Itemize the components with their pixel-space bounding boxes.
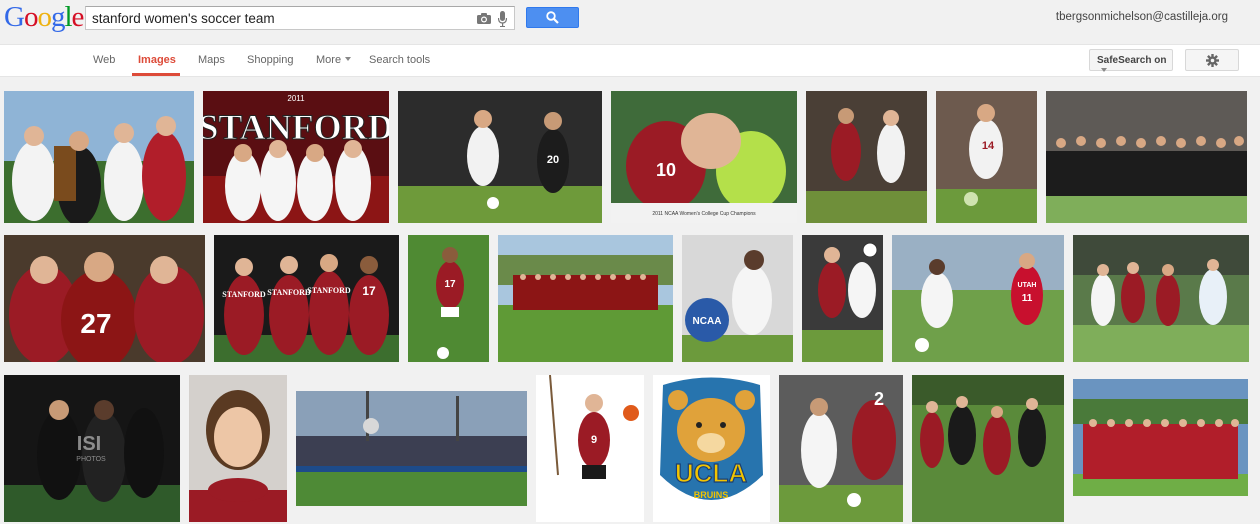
tv-caption: 2011 NCAA Women's College Cup Champions bbox=[652, 211, 756, 217]
microphone-icon[interactable] bbox=[498, 11, 507, 27]
image-results-grid: 2011 STANFORD 20 10 2011 NCAA Women's Co… bbox=[0, 78, 1260, 524]
safesearch-label: SafeSearch on bbox=[1097, 55, 1167, 66]
thumb-ncaa-hug[interactable]: NCAA bbox=[682, 235, 793, 362]
tab-shopping[interactable]: Shopping bbox=[247, 54, 294, 66]
tab-search-tools[interactable]: Search tools bbox=[369, 54, 430, 66]
jersey-number: 20 bbox=[547, 154, 559, 166]
thumb-team-with-trophy[interactable] bbox=[1046, 91, 1247, 223]
jersey-text: UTAH bbox=[1018, 282, 1037, 289]
search-button[interactable] bbox=[526, 7, 579, 28]
camera-icon[interactable] bbox=[477, 13, 491, 24]
tab-bar: Web Images Maps Shopping More Search too… bbox=[0, 44, 1260, 77]
jersey-number: 14 bbox=[982, 140, 995, 152]
thumb-stanford-vs-utah[interactable]: UTAH 11 bbox=[892, 235, 1064, 362]
tab-more[interactable]: More bbox=[316, 54, 352, 66]
thumb-tv-celebration[interactable]: 10 2011 NCAA Women's College Cup Champio… bbox=[611, 91, 797, 223]
tab-images[interactable]: Images bbox=[138, 54, 176, 66]
ncaa-logo-text: NCAA bbox=[693, 316, 722, 327]
thumb-match-action-1[interactable]: 20 bbox=[398, 91, 602, 223]
bruins-text: BRUINS bbox=[694, 490, 729, 500]
thumb-night-celebration[interactable]: ISI PHOTOS bbox=[4, 375, 180, 522]
jersey-number: 17 bbox=[362, 284, 376, 298]
thumb-player-running[interactable] bbox=[806, 91, 927, 223]
top-bar: Google tbergsonmichelson@castilleja.org bbox=[0, 0, 1260, 44]
safesearch-button[interactable]: SafeSearch on bbox=[1089, 49, 1173, 72]
search-box bbox=[85, 6, 515, 30]
thumb-stanford-team-poster[interactable]: 2011 STANFORD bbox=[203, 91, 389, 223]
poster-year: 2011 bbox=[287, 94, 305, 103]
account-email[interactable]: tbergsonmichelson@castilleja.org bbox=[1056, 11, 1228, 23]
jersey-number: 11 bbox=[1022, 293, 1033, 304]
jersey-number: 27 bbox=[80, 308, 111, 339]
thumb-player-portrait[interactable] bbox=[189, 375, 287, 522]
jersey-number: 17 bbox=[444, 279, 456, 290]
jersey-text: STANFORD bbox=[222, 290, 266, 299]
thumb-team-photo-red[interactable] bbox=[1073, 379, 1248, 496]
gear-icon bbox=[1206, 54, 1219, 67]
thumb-stadium-view[interactable] bbox=[296, 391, 527, 506]
jersey-number: 2 bbox=[874, 389, 884, 409]
ucla-text: UCLA bbox=[675, 458, 747, 488]
thumb-players-scramble[interactable] bbox=[912, 375, 1064, 522]
tab-maps[interactable]: Maps bbox=[198, 54, 225, 66]
tab-web[interactable]: Web bbox=[93, 54, 115, 66]
thumb-team-photo-field[interactable] bbox=[498, 235, 673, 362]
thumb-goal-action[interactable]: 2 bbox=[779, 375, 903, 522]
watermark-text: ISI bbox=[77, 433, 101, 455]
google-logo[interactable]: Google bbox=[4, 1, 84, 33]
thumb-lacrosse-player-9[interactable]: 9 bbox=[536, 375, 644, 522]
jersey-number: 10 bbox=[656, 160, 676, 180]
search-icon bbox=[546, 11, 559, 24]
watermark-text: PHOTOS bbox=[76, 456, 106, 463]
active-tab-indicator bbox=[132, 73, 180, 76]
poster-stanford-text: STANFORD bbox=[203, 107, 389, 147]
jersey-number: 9 bbox=[591, 434, 597, 446]
chevron-down-icon bbox=[1101, 68, 1107, 72]
thumb-match-action-group[interactable] bbox=[1073, 235, 1249, 362]
search-input[interactable] bbox=[92, 10, 462, 27]
thumb-trophy-celebration[interactable] bbox=[4, 91, 194, 223]
tab-more-label: More bbox=[316, 54, 342, 66]
thumb-ucla-bruins-logo[interactable]: UCLA BRUINS bbox=[653, 375, 770, 522]
jersey-text: STANFORD bbox=[267, 288, 311, 297]
thumb-four-players-jerseys[interactable]: STANFORD STANFORD STANFORD 17 bbox=[214, 235, 399, 362]
thumb-player-kicking-14[interactable]: 14 bbox=[936, 91, 1037, 223]
settings-button[interactable] bbox=[1185, 49, 1239, 71]
thumb-player-heading[interactable] bbox=[802, 235, 883, 362]
jersey-text: STANFORD bbox=[307, 286, 351, 295]
chevron-down-icon bbox=[345, 57, 352, 61]
thumb-player-17-dribbling[interactable]: 17 bbox=[408, 235, 489, 362]
thumb-team-hug-27[interactable]: 27 bbox=[4, 235, 205, 362]
